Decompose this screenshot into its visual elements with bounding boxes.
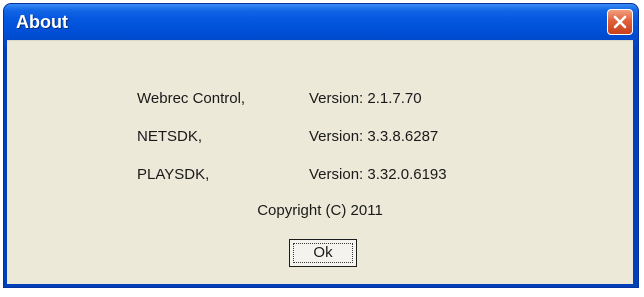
dialog-body: Webrec Control, Version: 2.1.7.70 NETSDK…	[7, 40, 633, 284]
ok-button-label: Ok	[293, 243, 353, 263]
version-row-webrec: Webrec Control, Version: 2.1.7.70	[7, 89, 633, 109]
title-bar[interactable]: About	[4, 4, 638, 40]
dialog-title: About	[16, 12, 68, 32]
component-name: Webrec Control,	[137, 90, 246, 107]
version-row-netsdk: NETSDK, Version: 3.3.8.6287	[7, 127, 633, 147]
copyright-text: Copyright (C) 2011	[257, 202, 383, 219]
component-version: Version: 2.1.7.70	[309, 90, 422, 107]
close-button[interactable]	[607, 9, 633, 35]
ok-button[interactable]: Ok	[289, 239, 357, 267]
component-version: Version: 3.3.8.6287	[309, 128, 439, 145]
close-icon	[613, 15, 627, 29]
component-version: Version: 3.32.0.6193	[309, 166, 447, 183]
component-name: PLAYSDK,	[137, 166, 210, 183]
about-dialog: About Webrec Control, Version: 2.1.7.70 …	[3, 3, 639, 288]
version-row-playsdk: PLAYSDK, Version: 3.32.0.6193	[7, 165, 633, 185]
component-name: NETSDK,	[137, 128, 203, 145]
